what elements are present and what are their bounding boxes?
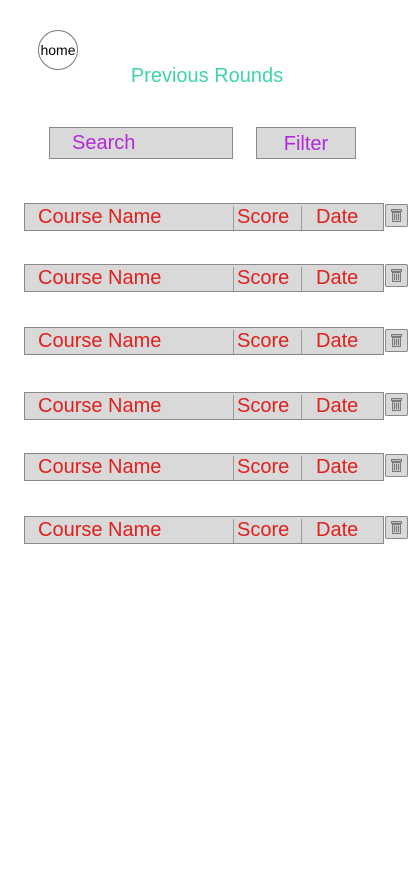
home-button[interactable]: home [38, 30, 78, 70]
course-name-cell: Course Name [38, 206, 162, 228]
delete-round-button[interactable] [385, 454, 408, 477]
course-name-cell: Course Name [38, 330, 162, 352]
delete-round-button[interactable] [385, 516, 408, 539]
score-cell: Score [237, 206, 290, 228]
column-divider [233, 206, 234, 230]
column-divider [233, 330, 234, 354]
column-divider [233, 267, 234, 291]
round-row[interactable]: Course Name Score Date [24, 264, 384, 292]
trash-icon [391, 398, 402, 411]
score-cell: Score [237, 519, 290, 541]
filter-button[interactable]: Filter [256, 127, 356, 159]
score-cell: Score [237, 456, 290, 478]
page-title: Previous Rounds [130, 65, 284, 87]
trash-icon [391, 209, 402, 222]
column-divider [233, 456, 234, 480]
column-divider [301, 456, 302, 480]
delete-round-button[interactable] [385, 204, 408, 227]
date-cell: Date [316, 519, 359, 541]
course-name-cell: Course Name [38, 519, 162, 541]
delete-round-button[interactable] [385, 264, 408, 287]
course-name-cell: Course Name [38, 456, 162, 478]
search-input[interactable]: Search [49, 127, 233, 159]
column-divider [301, 519, 302, 543]
round-row[interactable]: Course Name Score Date [24, 453, 384, 481]
date-cell: Date [316, 267, 359, 289]
round-row[interactable]: Course Name Score Date [24, 203, 384, 231]
column-divider [301, 206, 302, 230]
date-cell: Date [316, 456, 359, 478]
score-cell: Score [237, 395, 290, 417]
column-divider [233, 395, 234, 419]
date-cell: Date [316, 206, 359, 228]
delete-round-button[interactable] [385, 329, 408, 352]
round-row[interactable]: Course Name Score Date [24, 516, 384, 544]
date-cell: Date [316, 330, 359, 352]
round-row[interactable]: Course Name Score Date [24, 327, 384, 355]
trash-icon [391, 269, 402, 282]
column-divider [233, 519, 234, 543]
round-row[interactable]: Course Name Score Date [24, 392, 384, 420]
column-divider [301, 267, 302, 291]
trash-icon [391, 334, 402, 347]
score-cell: Score [237, 267, 290, 289]
trash-icon [391, 459, 402, 472]
course-name-cell: Course Name [38, 267, 162, 289]
trash-icon [391, 521, 402, 534]
delete-round-button[interactable] [385, 393, 408, 416]
column-divider [301, 330, 302, 354]
course-name-cell: Course Name [38, 395, 162, 417]
date-cell: Date [316, 395, 359, 417]
score-cell: Score [237, 330, 290, 352]
column-divider [301, 395, 302, 419]
